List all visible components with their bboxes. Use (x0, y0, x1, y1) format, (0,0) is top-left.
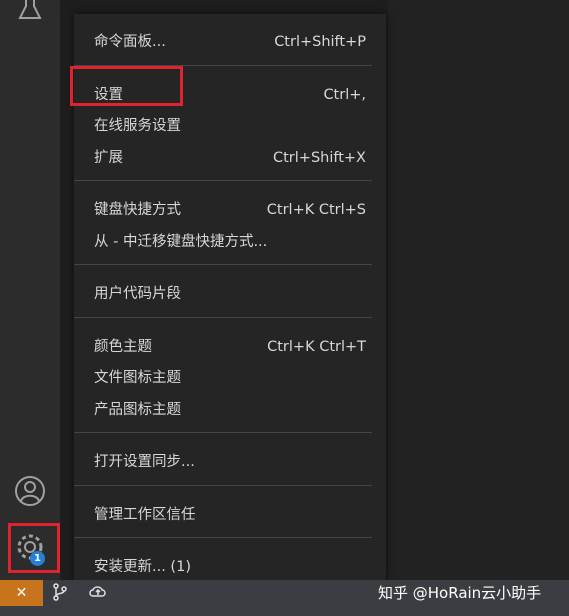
update-badge: 1 (30, 551, 45, 566)
menu-item[interactable]: 文件图标主题 (94, 365, 366, 391)
menu-separator (74, 432, 372, 433)
manage-context-menu: 命令面板... Ctrl+Shift+P 设置 Ctrl+, 在线服务设置 扩展 Ctrl+… (74, 14, 386, 580)
menu-item-shortcut: Ctrl+K Ctrl+S (266, 202, 366, 218)
menu-item[interactable]: 管理工作区信任 (94, 502, 366, 528)
menu-item[interactable]: 产品图标主题 (94, 397, 366, 423)
menu-item[interactable]: 用户代码片段 (94, 281, 366, 307)
menu-item[interactable]: 扩展 Ctrl+Shift+X (94, 145, 366, 171)
menu-item[interactable]: 颜色主题 Ctrl+K Ctrl+T (94, 334, 366, 360)
menu-item-label: 扩展 (94, 149, 123, 166)
menu-item[interactable]: 键盘快捷方式 Ctrl+K Ctrl+S (94, 197, 366, 223)
menu-item-label: 键盘快捷方式 (94, 202, 181, 218)
menu-separator (74, 264, 372, 265)
menu-item-label: 在线服务设置 (94, 118, 181, 134)
menu-item[interactable]: 在线服务设置 (94, 113, 366, 139)
menu-separator (74, 316, 372, 318)
menu-item-label: 颜色主题 (94, 338, 152, 355)
menu-item-label: 用户代码片段 (94, 286, 181, 302)
menu-item-shortcut: Ctrl+Shift+P (274, 34, 366, 50)
menu-item-label: 安装更新... (1) (94, 559, 191, 575)
menu-item[interactable]: 命令面板... Ctrl+Shift+P (94, 29, 366, 55)
cloud-sync-icon[interactable] (88, 583, 108, 603)
source-control-icon[interactable] (52, 583, 68, 605)
menu-item-shortcut: Ctrl+Shift+X (273, 149, 366, 166)
menu-item-shortcut: Ctrl+, (323, 86, 366, 103)
menu-item-label: 设置 (94, 86, 123, 103)
menu-item[interactable]: 打开设置同步... (94, 449, 366, 475)
menu-item[interactable]: 从 - 中迁移键盘快捷方式... (94, 229, 366, 255)
menu-item[interactable]: 安装更新... (1) (94, 554, 366, 580)
menu-item-label: 文件图标主题 (94, 370, 181, 386)
menu-item-label: 打开设置同步... (94, 454, 195, 470)
menu-separator (74, 484, 372, 486)
menu-separator (74, 64, 372, 66)
menu-item-label: 从 - 中迁移键盘快捷方式... (94, 233, 268, 250)
menu-item-label: 管理工作区信任 (94, 506, 196, 523)
account-icon[interactable] (13, 474, 47, 508)
menu-item-shortcut: Ctrl+K Ctrl+T (267, 338, 366, 355)
menu-item-label: 产品图标主题 (94, 401, 181, 418)
remote-icon[interactable]: ✕ (0, 580, 43, 606)
menu-item[interactable]: 设置 Ctrl+, (94, 82, 366, 108)
menu-separator (74, 537, 372, 538)
flask-icon[interactable] (13, 0, 47, 26)
menu-item-label: 命令面板... (94, 34, 166, 50)
watermark-text: 知乎 @HoRain云小助手 (378, 584, 542, 602)
menu-separator (74, 180, 372, 181)
